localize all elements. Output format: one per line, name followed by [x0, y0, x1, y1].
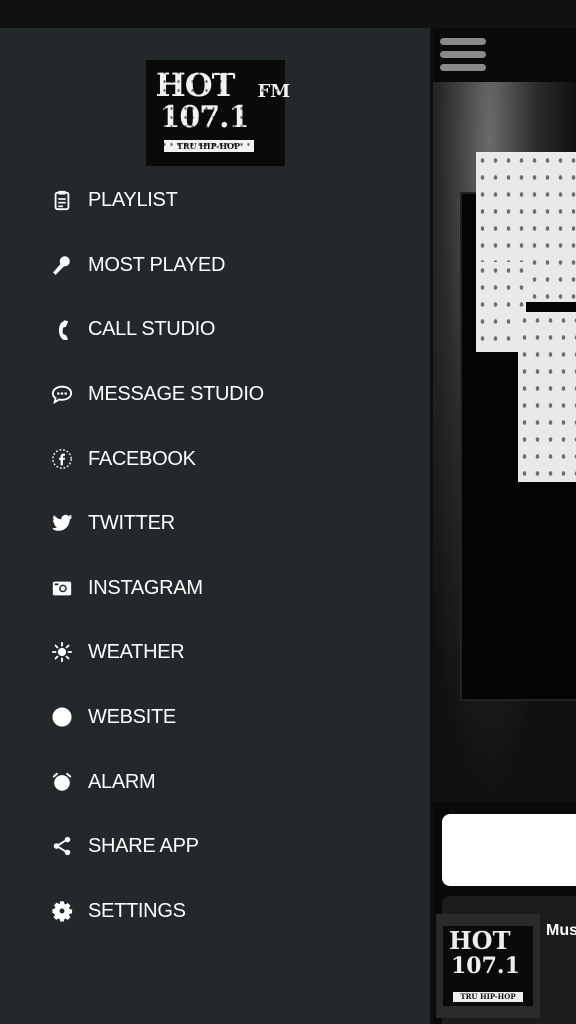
menu-item-website[interactable]: WEBSITE — [0, 685, 430, 750]
hamburger-menu-icon[interactable] — [440, 38, 486, 74]
logo-fm-text: FM — [257, 81, 291, 102]
menu-item-alarm[interactable]: ALARM — [0, 749, 430, 814]
menu-item-most-played[interactable]: MOST PLAYED — [0, 233, 430, 298]
navigation-drawer: HOT 107.1 FM TRU HIP-HOP PLAYLIST MOST P… — [0, 28, 430, 1024]
menu-label: TWITTER — [88, 512, 175, 535]
microphone-icon — [50, 253, 74, 277]
now-playing-thumbnail: HOT 107.1 TRU HIP-HOP — [436, 914, 540, 1018]
gear-icon — [50, 899, 74, 923]
sun-icon — [50, 640, 74, 664]
menu-label: INSTAGRAM — [88, 576, 203, 599]
menu-label: SETTINGS — [88, 899, 186, 922]
menu-label: CALL STUDIO — [88, 318, 216, 341]
drawer-menu: PLAYLIST MOST PLAYED CALL STUDIO MESSAGE… — [0, 168, 430, 943]
mini-logo-freq: 107.1 — [451, 953, 520, 979]
mini-logo-hot: HOT — [449, 926, 511, 955]
phone-icon — [50, 317, 74, 341]
menu-item-facebook[interactable]: FACEBOOK — [0, 426, 430, 491]
share-icon — [50, 834, 74, 858]
logo-hot-text: HOT — [155, 66, 236, 104]
logo-frequency-text: 107.1 — [159, 100, 250, 135]
hero-image — [432, 82, 576, 802]
twitter-icon — [50, 511, 74, 535]
menu-item-instagram[interactable]: INSTAGRAM — [0, 556, 430, 621]
menu-item-twitter[interactable]: TWITTER — [0, 491, 430, 556]
info-card[interactable] — [442, 814, 576, 886]
menu-label: SHARE APP — [88, 835, 199, 858]
main-content: HOT 107.1 TRU HIP-HOP Mus — [432, 28, 576, 1024]
menu-item-message-studio[interactable]: MESSAGE STUDIO — [0, 362, 430, 427]
menu-label: WEATHER — [88, 641, 185, 664]
mini-logo-tagline: TRU HIP-HOP — [453, 992, 523, 1002]
menu-item-weather[interactable]: WEATHER — [0, 620, 430, 685]
menu-label: ALARM — [88, 770, 156, 793]
facebook-icon — [50, 447, 74, 471]
alarm-clock-icon — [50, 770, 74, 794]
menu-label: PLAYLIST — [88, 189, 178, 212]
menu-item-playlist[interactable]: PLAYLIST — [0, 168, 430, 233]
menu-label: FACEBOOK — [88, 447, 196, 470]
menu-item-share-app[interactable]: SHARE APP — [0, 814, 430, 879]
station-logo: HOT 107.1 FM TRU HIP-HOP — [146, 60, 291, 166]
menu-item-settings[interactable]: SETTINGS — [0, 879, 430, 944]
clipboard-icon — [50, 188, 74, 212]
globe-icon — [50, 705, 74, 729]
chat-bubble-icon — [50, 382, 74, 406]
menu-label: WEBSITE — [88, 706, 176, 729]
now-playing-title: Mus — [546, 922, 576, 939]
status-bar — [0, 0, 576, 28]
camera-icon — [50, 576, 74, 600]
logo-tagline: TRU HIP-HOP — [163, 140, 254, 152]
menu-item-call-studio[interactable]: CALL STUDIO — [0, 297, 430, 362]
menu-label: MOST PLAYED — [88, 253, 226, 276]
menu-label: MESSAGE STUDIO — [88, 383, 264, 406]
